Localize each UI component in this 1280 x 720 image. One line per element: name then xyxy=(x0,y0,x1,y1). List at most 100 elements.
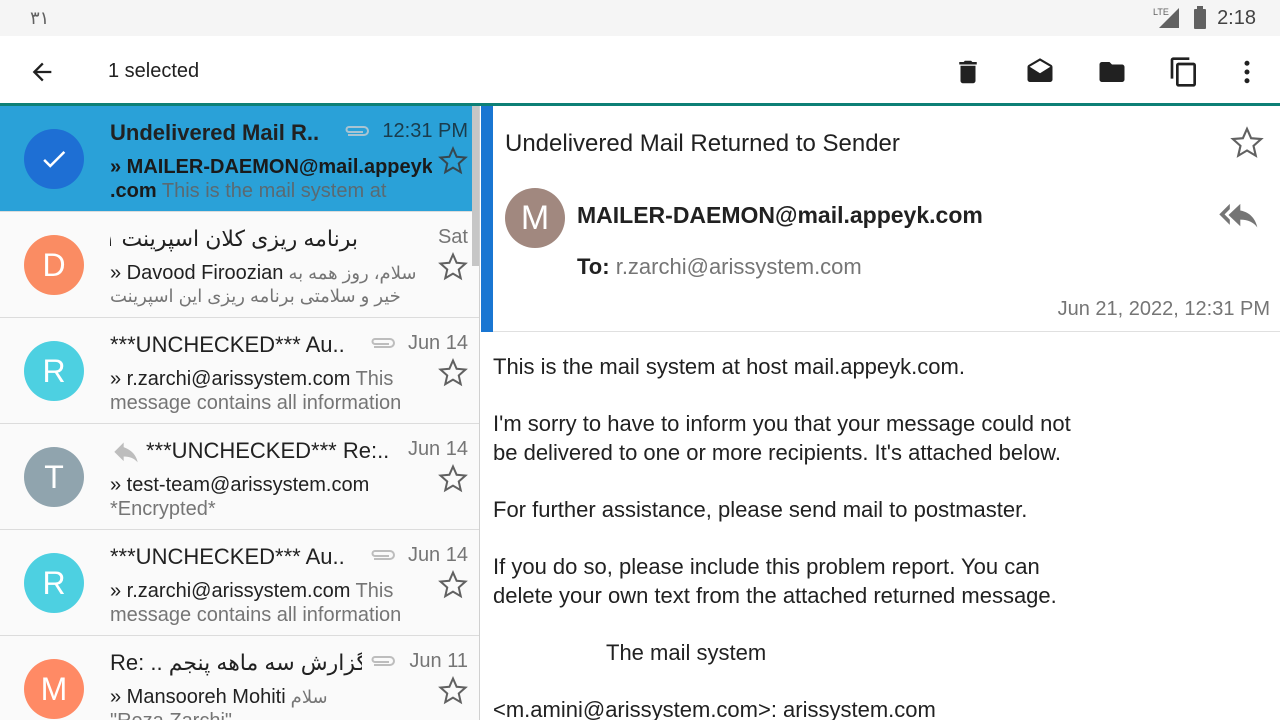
selection-count: 1 selected xyxy=(108,60,200,82)
message-row[interactable]: M Re: .. گزارش سه ماهه پنجم Jun 11 » Man… xyxy=(0,636,479,720)
preview-text: سلام، روز همه به xyxy=(283,263,417,283)
message-sender-line: » r.zarchi@arissystem.com This xyxy=(110,580,432,603)
message-row[interactable]: R ***UNCHECKED*** Au.. Jun 14 » r.zarchi… xyxy=(0,318,479,424)
folder-icon xyxy=(1099,62,1125,82)
preview-text: This xyxy=(350,368,394,390)
body-signature: The mail system xyxy=(606,640,767,665)
avatar[interactable]: T xyxy=(24,447,84,507)
avatar[interactable] xyxy=(24,129,84,189)
message-list: Undelivered Mail R.. 12:31 PM » MAILER-D… xyxy=(0,106,480,720)
sender-domain: .com xyxy=(110,180,157,202)
message-subject: Undelivered Mail R.. xyxy=(110,120,320,145)
copy-icon xyxy=(1170,57,1196,87)
battery-icon xyxy=(1194,6,1207,29)
message-sender: » r.zarchi@arissystem.com xyxy=(110,368,351,390)
message-row[interactable]: T ***UNCHECKED*** Re:.. Jun 14 » test-te… xyxy=(0,424,479,530)
attachment-icon xyxy=(371,656,395,666)
star-icon[interactable] xyxy=(1230,126,1264,160)
attachment-icon xyxy=(345,126,369,136)
message-sender: » Davood Firoozian xyxy=(110,262,284,284)
message-subject: برنامه ریزی کلان اسپرینت ۵۱ xyxy=(110,226,358,251)
star-icon[interactable] xyxy=(438,570,468,600)
more-vert-icon xyxy=(1244,60,1250,84)
message-date: Jun 14 xyxy=(407,438,468,460)
detail-from[interactable]: MAILER-DAEMON@mail.appeyk.com xyxy=(577,202,983,229)
status-bar: ۳۱ LTE 2:18 xyxy=(0,0,1280,36)
message-preview: *Encrypted* xyxy=(110,498,216,520)
status-time: 2:18 xyxy=(1217,6,1256,29)
body-paragraph: I'm sorry to have to inform you that you… xyxy=(493,411,1071,465)
body-paragraph: For further assistance, please send mail… xyxy=(493,497,1028,522)
body-paragraph: This is the mail system at host mail.app… xyxy=(493,354,965,379)
preview-text: سلام xyxy=(285,687,328,707)
delete-icon xyxy=(959,60,977,84)
attachment-icon xyxy=(371,550,395,560)
message-body: This is the mail system at host mail.app… xyxy=(493,352,1253,720)
body-paragraph: <m.amini@arissystem.com>: arissystem.com xyxy=(493,697,936,720)
selection-accent-bar xyxy=(481,106,493,332)
star-icon[interactable] xyxy=(438,464,468,494)
checkmark-icon xyxy=(43,151,66,168)
status-date: ۳۱ xyxy=(30,8,50,28)
message-preview: خیر و سلامتی برنامه ریزی این اسپرینت xyxy=(110,286,401,306)
star-icon[interactable] xyxy=(438,358,468,388)
message-sender-line: » Mansooreh Mohiti سلام xyxy=(110,686,432,709)
message-date: Jun 14 xyxy=(407,544,468,566)
message-preview: "Reza Zarchi" xyxy=(110,710,430,720)
avatar[interactable]: R xyxy=(24,553,84,613)
replied-icon xyxy=(114,442,138,463)
message-sender-line: » Davood Firoozian سلام، روز همه به xyxy=(110,262,432,285)
message-sender: » r.zarchi@arissystem.com xyxy=(110,580,351,602)
preview-text: This xyxy=(350,580,394,602)
more-options-button[interactable] xyxy=(1227,52,1267,92)
message-subject: ***UNCHECKED*** Re:.. xyxy=(146,438,390,463)
action-toolbar: 1 selected xyxy=(0,36,1280,106)
detail-subject: Undelivered Mail Returned to Sender xyxy=(505,130,900,157)
detail-header: Undelivered Mail Returned to Sender M MA… xyxy=(481,106,1280,332)
star-icon[interactable] xyxy=(438,252,468,282)
svg-text:LTE: LTE xyxy=(1153,7,1169,17)
to-label: To: xyxy=(577,254,610,279)
avatar[interactable]: R xyxy=(24,341,84,401)
star-icon[interactable] xyxy=(438,676,468,706)
message-date: Sat xyxy=(437,226,468,248)
list-scrollbar[interactable] xyxy=(472,106,479,266)
message-row[interactable]: R ***UNCHECKED*** Au.. Jun 14 » r.zarchi… xyxy=(0,530,479,636)
reply-all-icon[interactable] xyxy=(1218,202,1260,232)
message-row[interactable]: D برنامه ریزی کلان اسپرینت ۵۱ Sat » Davo… xyxy=(0,212,479,318)
message-preview: message contains all information xyxy=(110,392,402,414)
message-preview: .com This is the mail system at xyxy=(110,180,430,203)
detail-to[interactable]: r.zarchi@arissystem.com xyxy=(616,254,862,279)
copy-button[interactable] xyxy=(1164,52,1204,92)
sender-avatar[interactable]: M xyxy=(505,188,565,248)
status-icons: LTE 2:18 xyxy=(1153,6,1256,30)
mark-read-icon xyxy=(1027,58,1053,82)
message-date: Jun 14 xyxy=(407,332,468,354)
move-folder-button[interactable] xyxy=(1092,52,1132,92)
message-sender: » test-team@arissystem.com xyxy=(110,474,370,496)
delete-button[interactable] xyxy=(948,52,988,92)
body-paragraph: If you do so, please include this proble… xyxy=(493,554,1057,608)
preview-text: This is the mail system at xyxy=(156,180,387,202)
message-date: Jun 11 xyxy=(409,650,468,672)
message-sender: » MAILER-DAEMON@mail.appeyk xyxy=(110,156,432,178)
star-icon[interactable] xyxy=(438,146,468,176)
message-sender-line: » r.zarchi@arissystem.com This xyxy=(110,368,432,391)
back-button[interactable] xyxy=(22,54,62,90)
message-sender: » Mansooreh Mohiti xyxy=(110,686,286,708)
back-arrow-icon xyxy=(32,62,52,82)
mark-read-button[interactable] xyxy=(1020,52,1060,92)
message-detail: Undelivered Mail Returned to Sender M MA… xyxy=(481,106,1280,720)
lte-signal-icon: LTE xyxy=(1153,7,1180,28)
avatar[interactable]: D xyxy=(24,235,84,295)
message-subject: Re: .. گزارش سه ماهه پنجم xyxy=(110,650,362,675)
avatar[interactable]: M xyxy=(24,659,84,719)
message-preview: message contains all information xyxy=(110,604,402,626)
detail-to-line: To: r.zarchi@arissystem.com xyxy=(577,254,862,280)
message-subject: ***UNCHECKED*** Au.. xyxy=(110,544,345,569)
message-subject: ***UNCHECKED*** Au.. xyxy=(110,332,345,357)
detail-date: Jun 21, 2022, 12:31 PM xyxy=(1057,298,1270,320)
attachment-icon xyxy=(371,338,395,348)
message-row-selected[interactable]: Undelivered Mail R.. 12:31 PM » MAILER-D… xyxy=(0,106,479,212)
message-date: 12:31 PM xyxy=(382,120,468,142)
